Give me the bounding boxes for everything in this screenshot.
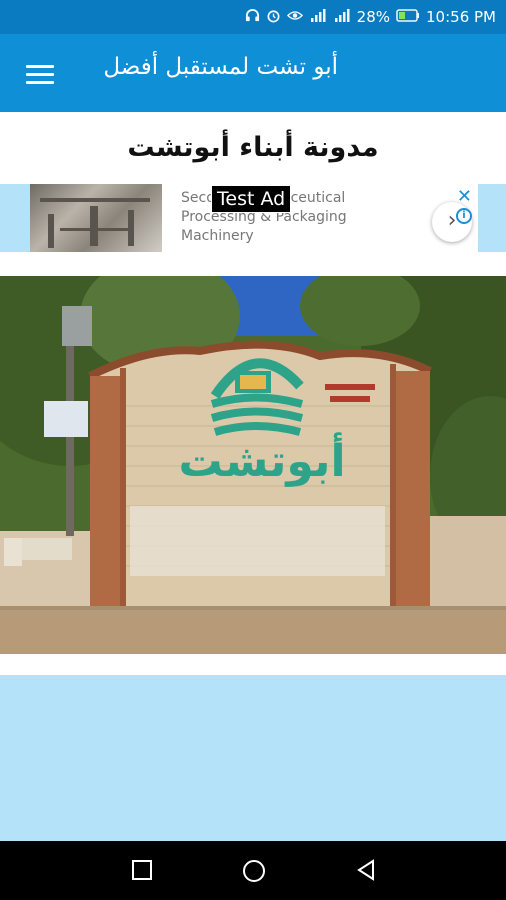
- recents-square-icon[interactable]: [130, 858, 154, 886]
- headset-icon: [245, 8, 260, 27]
- alarm-icon: [266, 8, 281, 27]
- app-title: أبو تشت لمستقبل أفضل: [103, 54, 338, 80]
- town-sign-photo: أبوتشت: [0, 276, 506, 654]
- eye-icon: [286, 9, 303, 26]
- close-icon[interactable]: ✕: [457, 186, 472, 207]
- signal-icon: [333, 8, 351, 26]
- clock: 10:56 PM: [426, 8, 496, 26]
- status-bar: 28% 10:56 PM: [0, 0, 506, 34]
- sign-text: أبوتشت: [178, 432, 345, 487]
- menu-icon[interactable]: [26, 65, 54, 85]
- post-image[interactable]: أبوتشت: [0, 276, 506, 654]
- spacer: [0, 252, 506, 276]
- spacer: [0, 654, 506, 675]
- back-triangle-icon[interactable]: [354, 858, 378, 886]
- content-area: [0, 675, 506, 841]
- battery-icon: [396, 8, 420, 26]
- blog-title: مدونة أبناء أبوتشت: [0, 112, 506, 184]
- ad-image[interactable]: [30, 184, 162, 252]
- ad-label: Test Ad: [211, 185, 292, 213]
- navigation-bar: [0, 841, 506, 900]
- battery-percent: 28%: [356, 8, 391, 26]
- info-icon[interactable]: i: [456, 208, 472, 224]
- home-circle-icon[interactable]: [241, 858, 267, 888]
- ad-banner[interactable]: Second Pharmaceutical Processing & Packa…: [0, 184, 506, 252]
- app-bar: أبو تشت لمستقبل أفضل: [0, 34, 506, 112]
- signal-icon: [309, 8, 327, 26]
